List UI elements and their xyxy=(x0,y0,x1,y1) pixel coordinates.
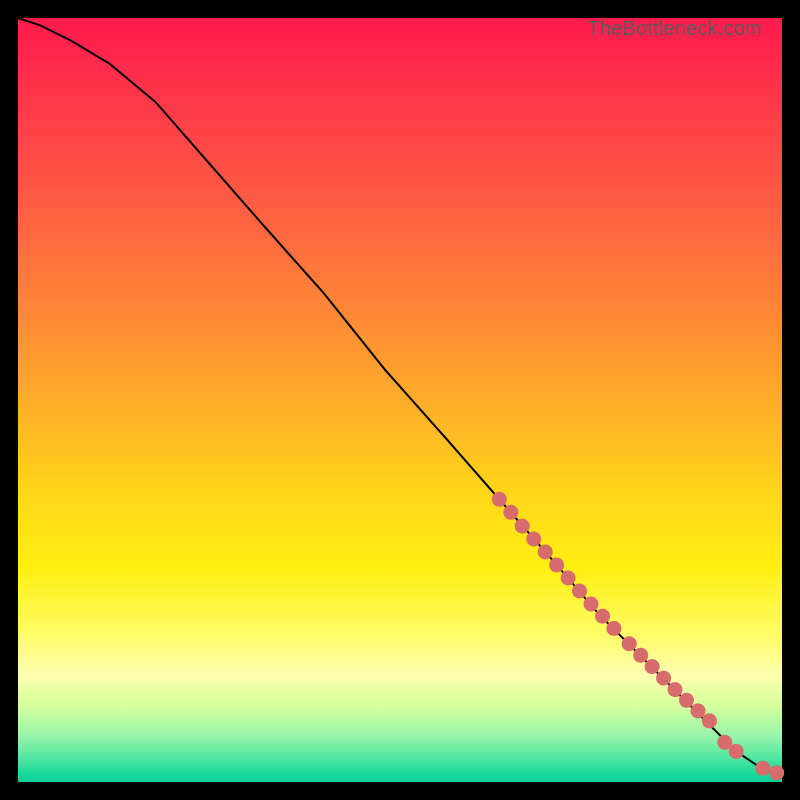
data-point xyxy=(492,492,507,507)
plot-area: TheBottleneck.com xyxy=(18,18,782,782)
data-point xyxy=(645,659,660,674)
curve-line xyxy=(18,18,782,774)
data-point xyxy=(503,505,518,520)
data-point xyxy=(595,609,610,624)
data-point xyxy=(584,597,599,612)
data-point xyxy=(656,671,671,686)
figure-frame: TheBottleneck.com xyxy=(0,0,800,800)
chart-overlay xyxy=(18,18,782,782)
data-point xyxy=(606,621,621,636)
data-point xyxy=(633,648,648,663)
data-point xyxy=(691,703,706,718)
data-point xyxy=(729,744,744,759)
data-point xyxy=(622,636,637,651)
data-point xyxy=(526,532,541,547)
data-point xyxy=(572,584,587,599)
data-point xyxy=(549,558,564,573)
data-point xyxy=(769,765,784,780)
data-point xyxy=(561,571,576,586)
data-point xyxy=(755,761,770,776)
data-point xyxy=(515,519,530,534)
watermark-title: TheBottleneck.com xyxy=(587,18,762,41)
data-point xyxy=(538,545,553,560)
data-point xyxy=(679,693,694,708)
data-point xyxy=(702,713,717,728)
data-point xyxy=(668,682,683,697)
